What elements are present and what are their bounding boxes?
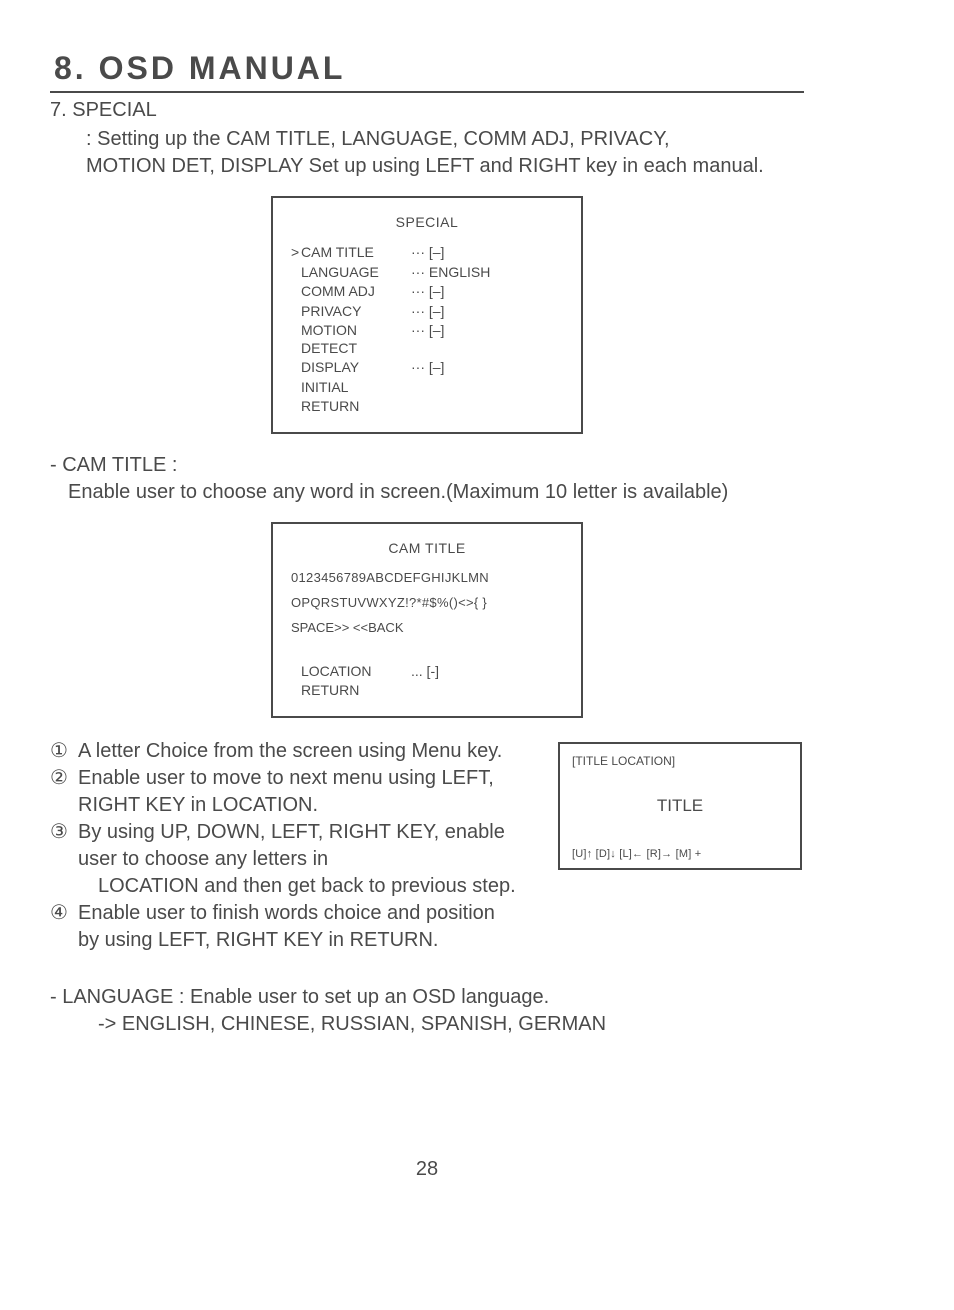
osd-value: ··· [–]	[411, 359, 563, 377]
section-7-special: 7. SPECIAL : Setting up the CAM TITLE, L…	[50, 99, 804, 180]
osd-label: LOCATION	[301, 663, 411, 681]
osd-label: LANGUAGE	[301, 264, 411, 282]
list-item: ③By using UP, DOWN, LEFT, RIGHT KEY, ena…	[50, 819, 538, 900]
osd-row: RETURN	[291, 398, 563, 416]
osd-row: LANGUAGE··· ENGLISH	[291, 264, 563, 282]
osd-label: RETURN	[301, 398, 411, 416]
osd-cursor	[291, 264, 301, 282]
osd-cursor	[291, 359, 301, 377]
osd-label: RETURN	[301, 682, 411, 700]
osd-camtitle-box: CAM TITLE 0123456789ABCDEFGHIJKLMN OPQRS…	[271, 522, 583, 718]
osd-char-line-2: OPQRSTUVWXYZ!?*#$%()<>{ }	[291, 595, 563, 610]
step-text: Enable user to finish words choice and p…	[78, 900, 804, 954]
osd-cursor	[291, 283, 301, 301]
language-heading: - LANGUAGE : Enable user to set up an OS…	[50, 984, 804, 1011]
osd-label: PRIVACY	[301, 303, 411, 321]
step-number: ①	[50, 738, 78, 765]
list-item: ④Enable user to finish words choice and …	[50, 900, 804, 954]
osd-value: ... [-]	[411, 663, 563, 681]
osd-space-back: SPACE>> <<BACK	[291, 620, 563, 635]
camtitle-description: Enable user to choose any word in screen…	[68, 479, 804, 506]
osd-row: PRIVACY··· [–]	[291, 303, 563, 321]
desc-line-2: MOTION DET, DISPLAY Set up using LEFT an…	[86, 155, 764, 177]
list-item: ②Enable user to move to next menu using …	[50, 765, 538, 819]
language-section: - LANGUAGE : Enable user to set up an OS…	[50, 984, 804, 1038]
osd-row: >CAM TITLE··· [–]	[291, 244, 563, 262]
step-text: A letter Choice from the screen using Me…	[78, 738, 538, 765]
osd-label: COMM ADJ	[301, 283, 411, 301]
step-text: By using UP, DOWN, LEFT, RIGHT KEY, enab…	[78, 819, 538, 900]
osd-cursor	[291, 303, 301, 321]
osd-value: ··· ENGLISH	[411, 264, 563, 282]
camtitle-heading: - CAM TITLE :	[50, 454, 804, 477]
osd-value: ··· [–]	[411, 303, 563, 321]
title-location-keys: [U]↑ [D]↓ [L]← [R]→ [M] +	[572, 848, 788, 860]
desc-line-1: : Setting up the CAM TITLE, LANGUAGE, CO…	[86, 128, 670, 150]
page-header: 8. OSD MANUAL	[50, 50, 804, 93]
page-title: 8. OSD MANUAL	[50, 50, 804, 87]
osd-row: INITIAL	[291, 379, 563, 397]
osd-label: CAM TITLE	[301, 244, 411, 262]
osd-value	[411, 398, 563, 416]
osd-cursor	[291, 379, 301, 397]
osd-label: DISPLAY	[301, 359, 411, 377]
osd-camtitle-title: CAM TITLE	[291, 540, 563, 556]
osd-value: ··· [–]	[411, 283, 563, 301]
osd-label: MOTION DETECT	[301, 322, 411, 357]
osd-special-box: SPECIAL >CAM TITLE··· [–] LANGUAGE··· EN…	[271, 196, 583, 434]
title-location-head: [TITLE LOCATION]	[572, 754, 788, 768]
language-options: -> ENGLISH, CHINESE, RUSSIAN, SPANISH, G…	[98, 1011, 804, 1038]
step-number: ②	[50, 765, 78, 819]
osd-value: ··· [–]	[411, 244, 563, 262]
page-number: 28	[50, 1158, 804, 1181]
osd-row: RETURN	[291, 682, 563, 700]
title-location-box: [TITLE LOCATION] TITLE [U]↑ [D]↓ [L]← [R…	[558, 742, 802, 870]
osd-row: DISPLAY··· [–]	[291, 359, 563, 377]
osd-value: ··· [–]	[411, 322, 563, 357]
osd-label: INITIAL	[301, 379, 411, 397]
osd-cursor	[291, 398, 301, 416]
osd-char-line-1: 0123456789ABCDEFGHIJKLMN	[291, 570, 563, 585]
osd-value	[411, 379, 563, 397]
step-text: Enable user to move to next menu using L…	[78, 765, 538, 819]
step-number: ④	[50, 900, 78, 954]
osd-row: COMM ADJ··· [–]	[291, 283, 563, 301]
section-number-title: 7. SPECIAL	[50, 99, 804, 122]
step-number: ③	[50, 819, 78, 900]
osd-special-title: SPECIAL	[291, 214, 563, 230]
osd-cursor: >	[291, 244, 301, 262]
osd-cursor	[291, 322, 301, 357]
title-location-title: TITLE	[572, 796, 788, 816]
osd-row: MOTION DETECT··· [–]	[291, 322, 563, 357]
osd-row: LOCATION... [-]	[291, 663, 563, 681]
list-item: ①A letter Choice from the screen using M…	[50, 738, 538, 765]
section-description: : Setting up the CAM TITLE, LANGUAGE, CO…	[86, 126, 804, 180]
